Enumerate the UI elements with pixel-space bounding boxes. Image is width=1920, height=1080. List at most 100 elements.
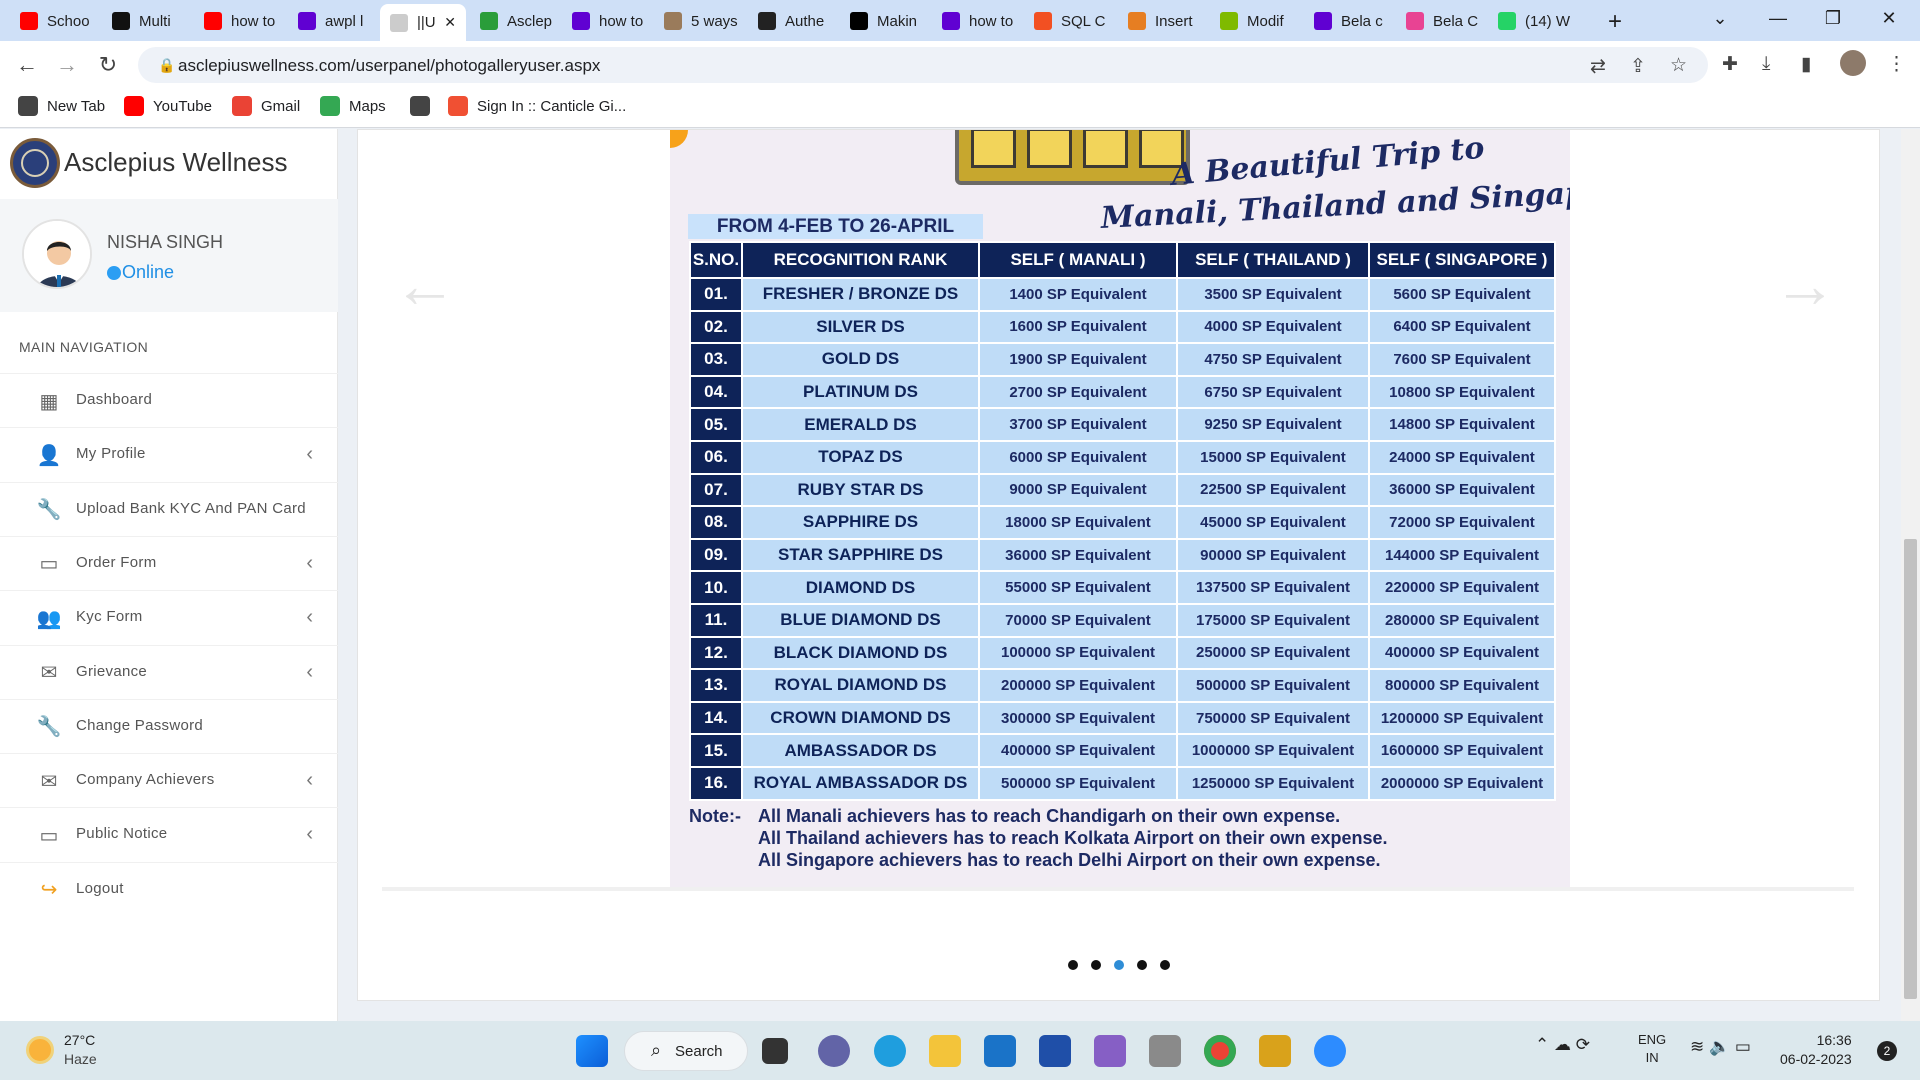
- chevron-left-icon[interactable]: ‹: [306, 661, 313, 684]
- tab-search-chevron-icon[interactable]: ⌄: [1707, 8, 1733, 29]
- table-cell: 14.: [691, 702, 741, 734]
- tab[interactable]: Makin: [840, 6, 928, 36]
- file-explorer-icon[interactable]: [929, 1035, 961, 1067]
- tab[interactable]: Authe: [748, 6, 836, 36]
- brand-header[interactable]: Asclepius Wellness: [0, 129, 338, 199]
- page-scrollbar[interactable]: [1901, 129, 1920, 1021]
- restore-button[interactable]: ❐: [1820, 8, 1846, 29]
- carousel-dot[interactable]: [1114, 960, 1124, 970]
- zoom-icon[interactable]: [1314, 1035, 1346, 1067]
- back-button[interactable]: ←: [13, 51, 41, 79]
- forward-button[interactable]: →: [53, 51, 81, 79]
- edge-browser-icon[interactable]: [874, 1035, 906, 1067]
- tab[interactable]: ||U ✕: [380, 4, 466, 41]
- wifi-sound-battery-icon[interactable]: ≋ 🔈 ▭: [1690, 1037, 1751, 1057]
- snipping-tool-icon[interactable]: [1149, 1035, 1181, 1067]
- sidebar-item-upload-bank-kyc-and-pan-card[interactable]: 🔧 Upload Bank KYC And PAN Card: [0, 481, 338, 536]
- chevron-left-icon[interactable]: ‹: [306, 443, 313, 466]
- tab[interactable]: Modif: [1210, 6, 1300, 36]
- table-cell: 400000 SP Equivalent: [980, 735, 1176, 766]
- tab[interactable]: how to: [194, 6, 284, 36]
- address-bar[interactable]: 🔒 asclepiuswellness.com/userpanel/photog…: [138, 47, 1708, 83]
- bookmark-label: Sign In :: Canticle Gi...: [477, 97, 627, 115]
- sidebar-item-company-achievers[interactable]: ✉ Company Achievers ‹: [0, 753, 338, 807]
- store-icon[interactable]: [1039, 1035, 1071, 1067]
- chevron-left-icon[interactable]: ‹: [306, 606, 313, 629]
- tab[interactable]: Insert: [1118, 6, 1206, 36]
- carousel-dot[interactable]: [1160, 960, 1170, 970]
- tab[interactable]: SQL C: [1024, 6, 1114, 36]
- sidebar-item-grievance[interactable]: ✉ Grievance ‹: [0, 644, 338, 699]
- envelope-icon: ✉: [40, 662, 58, 684]
- new-tab-button[interactable]: +: [1602, 8, 1628, 36]
- download-icon[interactable]: ⤓: [1762, 53, 1770, 75]
- visual-studio-icon[interactable]: [1094, 1035, 1126, 1067]
- menu-kebab-icon[interactable]: ⋮: [1887, 53, 1906, 76]
- tab-label: Multi: [139, 12, 171, 30]
- sidebar-item-dashboard[interactable]: ▦ Dashboard: [0, 373, 338, 427]
- bookmark-item[interactable]: [410, 96, 439, 116]
- chevron-left-icon[interactable]: ‹: [306, 552, 313, 575]
- translate-icon[interactable]: ⇄: [1590, 55, 1606, 78]
- bookmark-item[interactable]: Maps: [320, 96, 386, 116]
- table-cell: 6750 SP Equivalent: [1178, 376, 1368, 408]
- bookmark-item[interactable]: Sign In :: Canticle Gi...: [448, 96, 626, 116]
- teams-chat-icon[interactable]: [818, 1035, 850, 1067]
- extensions-icon[interactable]: ✚: [1722, 53, 1738, 76]
- notification-badge[interactable]: 2: [1877, 1041, 1897, 1061]
- sidebar-item-logout[interactable]: ↪ Logout: [0, 861, 338, 916]
- shield-icon: [758, 12, 776, 30]
- bookmark-star-icon[interactable]: ☆: [1670, 54, 1687, 77]
- bookmark-item[interactable]: Gmail: [232, 96, 300, 116]
- close-window-button[interactable]: ✕: [1876, 8, 1902, 29]
- bookmark-item[interactable]: New Tab: [18, 96, 105, 116]
- profile-avatar-icon[interactable]: [1840, 50, 1866, 76]
- taskbar-search[interactable]: ⌕ Search: [624, 1031, 748, 1071]
- url-text[interactable]: asclepiuswellness.com/userpanel/photogal…: [178, 56, 600, 76]
- carousel-dot[interactable]: [1137, 960, 1147, 970]
- weather-widget[interactable]: 27°C Haze: [26, 1031, 97, 1069]
- sidebar-item-kyc-form[interactable]: 👥 Kyc Form ‹: [0, 590, 338, 644]
- table-cell: 01.: [691, 279, 741, 310]
- chrome-icon[interactable]: [1204, 1035, 1236, 1067]
- tab[interactable]: Schoo: [10, 6, 98, 36]
- carousel-next-arrow-icon[interactable]: →: [1773, 248, 1837, 322]
- mail-icon[interactable]: [984, 1035, 1016, 1067]
- tab[interactable]: Multi: [102, 6, 190, 36]
- close-tab-icon[interactable]: ✕: [444, 14, 456, 31]
- start-windows-icon[interactable]: [576, 1035, 608, 1067]
- side-panel-icon[interactable]: ▮: [1801, 53, 1811, 76]
- carousel-dot[interactable]: [1068, 960, 1078, 970]
- tab[interactable]: Bela c: [1304, 6, 1392, 36]
- tab[interactable]: Asclep: [470, 6, 558, 36]
- clock[interactable]: 16:36 06-02-2023: [1780, 1031, 1852, 1069]
- sidebar-item-my-profile[interactable]: 👤 My Profile ‹: [0, 427, 338, 481]
- scrollbar-thumb[interactable]: [1904, 539, 1917, 999]
- bookmark-item[interactable]: YouTube: [124, 96, 212, 116]
- whatsapp-icon: [1498, 12, 1516, 30]
- share-icon[interactable]: ⇪: [1630, 55, 1646, 78]
- task-view-icon[interactable]: [762, 1038, 788, 1064]
- reload-button[interactable]: ↻: [94, 51, 122, 79]
- tab[interactable]: Bela C: [1396, 6, 1484, 36]
- minimize-button[interactable]: —: [1765, 8, 1791, 29]
- tab[interactable]: (14) W: [1488, 6, 1576, 36]
- language-indicator[interactable]: ENG IN: [1638, 1031, 1666, 1067]
- sidebar-item-order-form[interactable]: ▭ Order Form ‹: [0, 535, 338, 590]
- tab[interactable]: how to: [932, 6, 1020, 36]
- chevron-left-icon[interactable]: ‹: [306, 769, 313, 792]
- table-cell: 2700 SP Equivalent: [980, 376, 1176, 408]
- system-tray[interactable]: ⌃ ☁ ⟳: [1535, 1035, 1590, 1055]
- table-header-cell: S.NO.: [691, 243, 741, 277]
- chevron-left-icon[interactable]: ‹: [306, 823, 313, 846]
- tab[interactable]: how to: [562, 6, 650, 36]
- tab[interactable]: awpl l: [288, 6, 376, 36]
- sidebar-item-change-password[interactable]: 🔧 Change Password: [0, 698, 338, 753]
- carousel-prev-arrow-icon[interactable]: ←: [393, 248, 457, 322]
- tab[interactable]: 5 ways: [654, 6, 744, 36]
- carousel-dot[interactable]: [1091, 960, 1101, 970]
- app-icon[interactable]: [1259, 1035, 1291, 1067]
- table-cell: 70000 SP Equivalent: [980, 604, 1176, 636]
- sidebar-item-public-notice[interactable]: ▭ Public Notice ‹: [0, 807, 338, 861]
- table-cell: 250000 SP Equivalent: [1178, 637, 1368, 669]
